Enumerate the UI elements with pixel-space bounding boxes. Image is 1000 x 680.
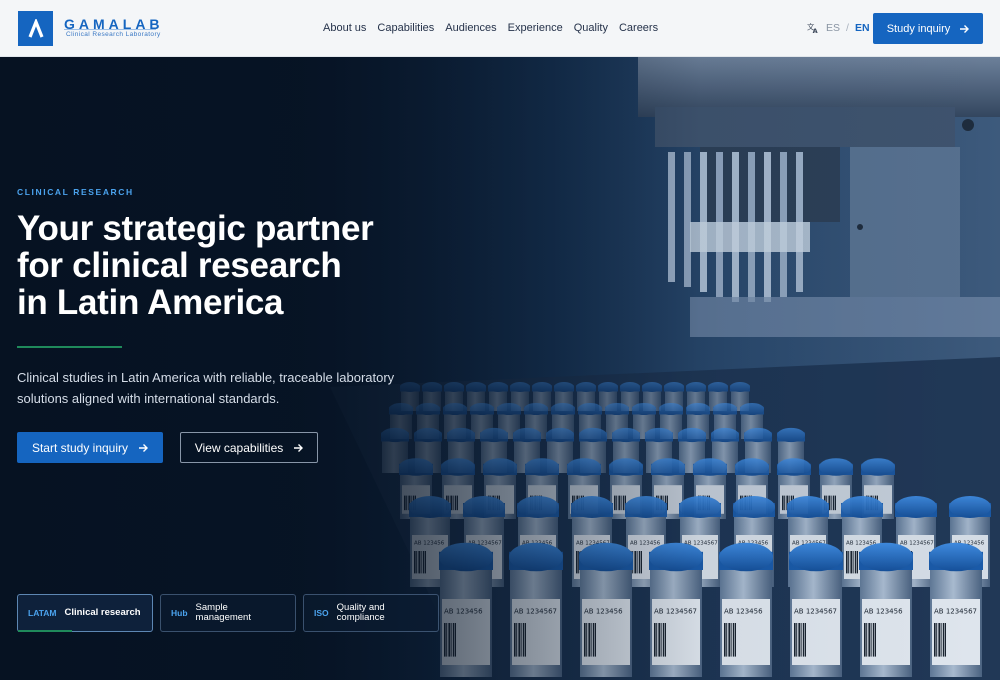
tab-hub-sample-management[interactable]: Hub Sample management: [160, 594, 296, 632]
study-inquiry-label: Study inquiry: [886, 22, 951, 35]
tab-label: Sample management: [195, 602, 251, 623]
lang-es[interactable]: ES: [826, 22, 840, 34]
language-switcher: 文 A ES / EN: [807, 21, 870, 34]
tab-label-line-2: compliance: [336, 612, 385, 623]
arrow-right-icon: [139, 443, 149, 452]
nav-careers[interactable]: Careers: [619, 22, 658, 34]
view-capabilities-button[interactable]: View capabilities: [180, 432, 318, 463]
tab-code: LATAM: [28, 608, 57, 618]
nav-quality[interactable]: Quality: [574, 22, 608, 34]
main-nav: About us Capabilities Audiences Experien…: [323, 22, 658, 34]
view-capabilities-label: View capabilities: [194, 440, 284, 455]
tab-label: Clinical research: [64, 607, 141, 618]
nav-audiences[interactable]: Audiences: [445, 22, 496, 34]
tab-label: Quality and compliance: [337, 603, 385, 623]
hero-description: Clinical studies in Latin America with r…: [17, 370, 395, 406]
brand-divider: [64, 29, 156, 30]
hero-eyebrow: CLINICAL RESEARCH: [17, 187, 134, 197]
study-inquiry-button[interactable]: Study inquiry: [873, 13, 983, 44]
headline-line-2: for clinical research: [17, 246, 342, 285]
tab-latam-clinical-research[interactable]: LATAM Clinical research: [17, 594, 153, 632]
hero-headline: Your strategic partner for clinical rese…: [17, 210, 437, 321]
nav-about-us[interactable]: About us: [323, 22, 366, 34]
lang-separator: /: [846, 21, 849, 34]
lambda-logo-icon[interactable]: [18, 11, 53, 46]
translate-icon: 文 A: [807, 21, 818, 34]
tab-code: Hub: [171, 608, 188, 618]
arrow-right-icon: [294, 443, 304, 452]
headline-underline: [17, 346, 122, 348]
svg-text:A: A: [813, 27, 818, 34]
headline-line-1: Your strategic partner: [17, 209, 374, 248]
headline-line-3: in Latin America: [17, 283, 284, 322]
arrow-right-icon: [960, 24, 970, 33]
tab-code: ISO: [314, 608, 329, 618]
hero-feature-tabs: LATAM Clinical research Hub Sample manag…: [17, 594, 439, 632]
tab-iso-quality-compliance[interactable]: ISO Quality and compliance: [303, 594, 439, 632]
hero-section: AB 123456AB 1234567AB 123456AB 1234567AB…: [0, 57, 1000, 680]
site-header: GAMALAB Clinical Research Laboratory Abo…: [0, 0, 1000, 57]
nav-experience[interactable]: Experience: [508, 22, 563, 34]
start-study-inquiry-button[interactable]: Start study inquiry: [17, 432, 163, 463]
logo-glyph: [28, 18, 43, 38]
lang-en[interactable]: EN: [855, 22, 870, 34]
start-study-inquiry-label: Start study inquiry: [31, 440, 129, 455]
brand-subtitle: Clinical Research Laboratory: [66, 31, 161, 38]
tab-progress-bar: [18, 630, 72, 632]
nav-capabilities[interactable]: Capabilities: [377, 22, 434, 34]
